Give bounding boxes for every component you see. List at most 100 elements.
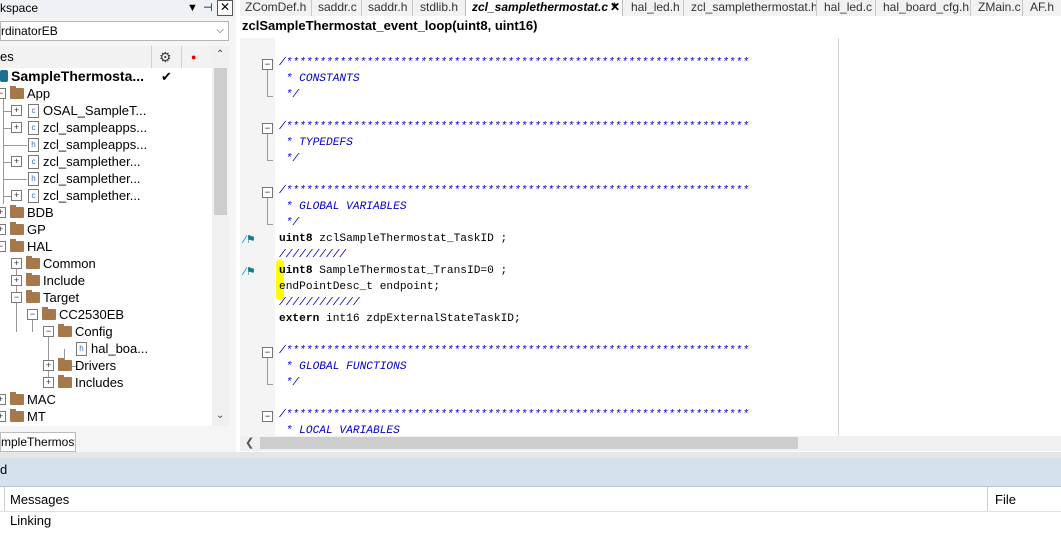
tab-divider	[412, 0, 413, 16]
tab-zcl-samplethermostat-c[interactable]: zcl_samplethermostat.c * ✕	[465, 0, 623, 16]
tree-item-file[interactable]: + c zcl_samplether...	[0, 187, 212, 204]
tree-item-label: MT	[27, 409, 46, 424]
files-header-label: es	[0, 49, 14, 64]
expand-icon[interactable]: +	[0, 411, 6, 422]
code-line: */	[279, 377, 300, 389]
dropdown-arrow-icon[interactable]: ▼	[187, 1, 198, 15]
tab-divider	[683, 0, 684, 16]
collapse-icon[interactable]: −	[262, 123, 273, 134]
collapse-icon[interactable]: −	[43, 326, 54, 337]
tree-item-file[interactable]: + c zcl_samplether...	[0, 153, 212, 170]
messages-column-header[interactable]: Messages	[10, 492, 69, 507]
fold-line	[267, 70, 268, 96]
collapse-icon[interactable]: −	[27, 309, 38, 320]
tab-af-h[interactable]: AF.h	[1030, 0, 1054, 16]
tree-item-bdb[interactable]: + BDB	[0, 204, 212, 221]
collapse-icon[interactable]: −	[0, 241, 6, 252]
tree-item-label: CC2530EB	[59, 307, 125, 322]
tab-zcl-samplethermostat-h[interactable]: zcl_samplethermostat.h	[691, 0, 818, 16]
pin-icon[interactable]: ⊣	[203, 1, 213, 15]
tree-item-common[interactable]: + Common	[0, 255, 212, 272]
code-line: * GLOBAL VARIABLES	[279, 201, 407, 213]
tree-item-drivers[interactable]: + Drivers	[0, 357, 212, 374]
horizontal-scroll-thumb[interactable]	[260, 437, 798, 449]
expand-icon[interactable]: +	[11, 258, 22, 269]
tree-item-app[interactable]: − App	[0, 85, 212, 102]
tree-item-include[interactable]: + Include	[0, 272, 212, 289]
collapse-icon[interactable]: −	[262, 59, 273, 70]
chevron-down-icon[interactable]: ⌵	[216, 22, 224, 40]
tab-hal-led-c[interactable]: hal_led.c	[824, 0, 872, 16]
tree-item-config[interactable]: − Config	[0, 323, 212, 340]
tree-item-mac[interactable]: + MAC	[0, 391, 212, 408]
tree-item-file[interactable]: + c zcl_sampleapps...	[0, 119, 212, 136]
scroll-left-icon[interactable]: ❮	[245, 436, 254, 450]
expand-icon[interactable]: +	[11, 105, 22, 116]
expand-icon[interactable]: +	[0, 207, 6, 218]
bookmark-icon[interactable]: ⁄⚑	[244, 266, 260, 278]
fold-line	[267, 358, 268, 384]
column-divider	[4, 487, 5, 511]
tree-item-hal[interactable]: − HAL	[0, 238, 212, 255]
expand-icon[interactable]: +	[0, 224, 6, 235]
tab-divider	[816, 0, 817, 16]
expand-icon[interactable]: +	[11, 190, 22, 201]
workspace-tab[interactable]: mpleThermostat	[0, 432, 76, 452]
tree-item-label: zcl_sampleapps...	[43, 137, 148, 152]
close-icon[interactable]: ✕	[217, 0, 233, 16]
h-file-icon: h	[76, 342, 87, 356]
expand-icon[interactable]: +	[43, 360, 54, 371]
bookmark-icon[interactable]: ⁄⚑	[244, 234, 260, 246]
tab-saddr-h[interactable]: saddr.h	[368, 0, 407, 16]
tree-item-includes[interactable]: + Includes	[0, 374, 212, 391]
tab-divider	[311, 0, 312, 16]
record-icon[interactable]: ●	[191, 46, 196, 68]
tree-scroll-thumb[interactable]	[214, 68, 227, 215]
folder-icon	[42, 307, 56, 320]
expand-icon[interactable]: +	[11, 156, 22, 167]
code-line: uint8 zclSampleThermostat_TaskID ;	[279, 233, 508, 245]
code-line: //////////	[279, 249, 347, 261]
editor-horizontal-scrollbar[interactable]: ❮	[240, 436, 1061, 451]
folder-icon	[58, 375, 72, 388]
configuration-select[interactable]: rdinatorEB ⌵	[0, 21, 229, 41]
collapse-icon[interactable]: −	[11, 292, 22, 303]
collapse-icon[interactable]: −	[262, 347, 273, 358]
tab-zcomdef-h[interactable]: ZComDef.h	[245, 0, 306, 16]
tree-item-file[interactable]: h hal_boa...	[0, 340, 212, 357]
collapse-icon[interactable]: −	[262, 411, 273, 422]
tab-stdlib-h[interactable]: stdlib.h	[420, 0, 458, 16]
expand-icon[interactable]: +	[43, 377, 54, 388]
code-editor[interactable]: − − − − − ⁄⚑ ⁄⚑ /***********************…	[240, 38, 1061, 436]
message-row[interactable]: Linking	[10, 513, 51, 528]
tree-item-file[interactable]: h zcl_sampleapps...	[0, 136, 212, 153]
scroll-down-icon[interactable]: ⌄	[216, 410, 224, 421]
tree-item-project[interactable]: SampleThermosta... ✔	[0, 68, 212, 85]
tree-item-target[interactable]: − Target	[0, 289, 212, 306]
collapse-icon[interactable]: −	[262, 187, 273, 198]
tree-item-label: OSAL_SampleT...	[43, 103, 147, 118]
tab-hal-board-cfg-h[interactable]: hal_board_cfg.h	[883, 0, 969, 16]
scroll-up-icon[interactable]: ⌃	[216, 49, 224, 60]
tab-hal-led-h[interactable]: hal_led.h	[631, 0, 680, 16]
expand-icon[interactable]: +	[11, 122, 22, 133]
tree-item-gp[interactable]: + GP	[0, 221, 212, 238]
tab-saddr-c[interactable]: saddr.c	[318, 0, 357, 16]
collapse-icon[interactable]: −	[0, 88, 6, 99]
column-divider[interactable]	[987, 487, 988, 511]
close-icon[interactable]: ✕	[610, 0, 620, 15]
tree-item-label: BDB	[27, 205, 54, 220]
tab-zmain-c[interactable]: ZMain.c	[978, 0, 1021, 16]
expand-icon[interactable]: +	[11, 275, 22, 286]
code-line: * TYPEDEFS	[279, 137, 353, 149]
file-column-header[interactable]: File	[995, 492, 1016, 507]
tree-item-mt[interactable]: + MT	[0, 408, 212, 425]
tree-item-cc2530eb[interactable]: − CC2530EB	[0, 306, 212, 323]
tree-item-file[interactable]: + c OSAL_SampleT...	[0, 102, 212, 119]
tree-item-file[interactable]: h zcl_samplether...	[0, 170, 212, 187]
expand-icon[interactable]: +	[0, 394, 6, 405]
tree-scrollbar[interactable]: ⌃ ⌄	[212, 46, 229, 426]
tab-label: zcl_samplethermostat.c *	[472, 0, 617, 14]
gear-icon[interactable]: ⚙	[159, 46, 172, 68]
function-navigator[interactable]: zclSampleThermostat_event_loop(uint8, ui…	[240, 16, 1061, 39]
